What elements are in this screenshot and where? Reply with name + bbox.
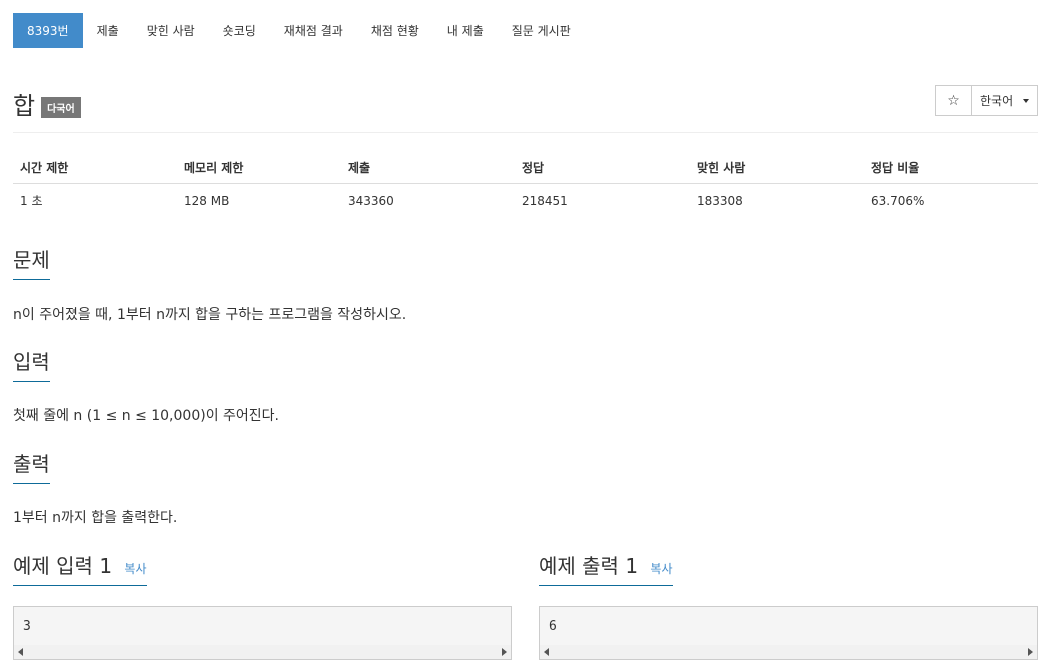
scroll-left-icon[interactable] [544,648,549,656]
time-limit-value: 1 초 [20,194,43,208]
solved-users-value: 183308 [697,193,743,208]
sample-input-header: 예제 입력 1 복사 [13,550,512,586]
scroll-right-icon[interactable] [1028,648,1033,656]
copy-input-link[interactable]: 복사 [124,562,146,576]
output-section-header: 출력 [13,448,1038,484]
section-divider [13,279,1038,280]
output-heading: 출력 [13,448,50,484]
sample-input-title: 예제 입력 1 [13,554,113,578]
sample-output-heading: 예제 출력 1 복사 [539,550,673,586]
star-icon: ☆ [947,92,960,109]
table-header-row: 시간 제한 메모리 제한 제출 정답 맞힌 사람 정답 비율 [13,152,1038,184]
sample-input-box[interactable]: 3 [13,606,512,660]
caret-down-icon [1023,98,1029,103]
multilingual-badge: 다국어 [41,97,81,118]
input-text: 첫째 줄에 n (1 ≤ n ≤ 10,000)이 주어진다. [13,408,279,424]
memory-limit-value: 128 MB [184,193,230,208]
language-label: 한국어 [980,94,1014,108]
sample-input-heading: 예제 입력 1 복사 [13,550,147,586]
output-text: 1부터 n까지 합을 출력한다. [13,510,178,526]
header-submissions: 제출 [348,161,371,175]
scroll-right-icon[interactable] [502,648,507,656]
problem-nav-tabs: 8393번 제출 맞힌 사람 숏코딩 재채점 결과 채점 현황 내 제출 질문 … [13,13,585,48]
submissions-value: 343360 [348,193,394,208]
description-heading: 문제 [13,244,50,280]
input-section-header: 입력 [13,346,1038,382]
section-divider [13,381,1038,382]
problem-title: 합 [13,92,36,120]
tab-short-coding[interactable]: 숏코딩 [209,13,270,48]
tab-judge-status[interactable]: 채점 현황 [357,13,433,48]
horizontal-scrollbar[interactable] [14,645,511,659]
accepted-value: 218451 [522,193,568,208]
sample-output-box[interactable]: 6 [539,606,1038,660]
header-solved-users: 맞힌 사람 [697,161,746,175]
sample-output-header: 예제 출력 1 복사 [539,550,1038,586]
sample-output-title: 예제 출력 1 [539,554,639,578]
sample-input-value: 3 [23,619,31,634]
tab-rejudge-results[interactable]: 재채점 결과 [270,13,357,48]
accept-ratio-value: 63.706% [871,193,925,208]
header-time-limit: 시간 제한 [20,161,69,175]
description-section-header: 문제 [13,244,1038,280]
tab-my-submissions[interactable]: 내 제출 [433,13,498,48]
description-text: n이 주어졌을 때, 1부터 n까지 합을 구하는 프로그램을 작성하시오. [13,307,407,323]
title-actions: ☆ 한국어 [935,85,1038,116]
copy-output-link[interactable]: 복사 [650,562,672,576]
sample-output-value: 6 [549,619,557,634]
problem-title-row: 합 다국어 [13,86,81,121]
tab-solved-users[interactable]: 맞힌 사람 [133,13,209,48]
header-memory-limit: 메모리 제한 [184,161,244,175]
tab-submit[interactable]: 제출 [83,13,133,48]
tab-question-board[interactable]: 질문 게시판 [498,13,585,48]
input-heading: 입력 [13,346,50,382]
horizontal-scrollbar[interactable] [540,645,1037,659]
section-divider [13,483,1038,484]
problem-info-table: 시간 제한 메모리 제한 제출 정답 맞힌 사람 정답 비율 1 초 128 M… [13,152,1038,217]
scroll-left-icon[interactable] [18,648,23,656]
favorite-star-button[interactable]: ☆ [935,85,971,116]
language-dropdown[interactable]: 한국어 [971,85,1038,116]
header-accept-ratio: 정답 비율 [871,161,920,175]
table-row: 1 초 128 MB 343360 218451 183308 63.706% [13,184,1038,217]
tab-problem[interactable]: 8393번 [13,13,83,48]
header-accepted: 정답 [522,161,545,175]
title-divider [13,132,1038,133]
